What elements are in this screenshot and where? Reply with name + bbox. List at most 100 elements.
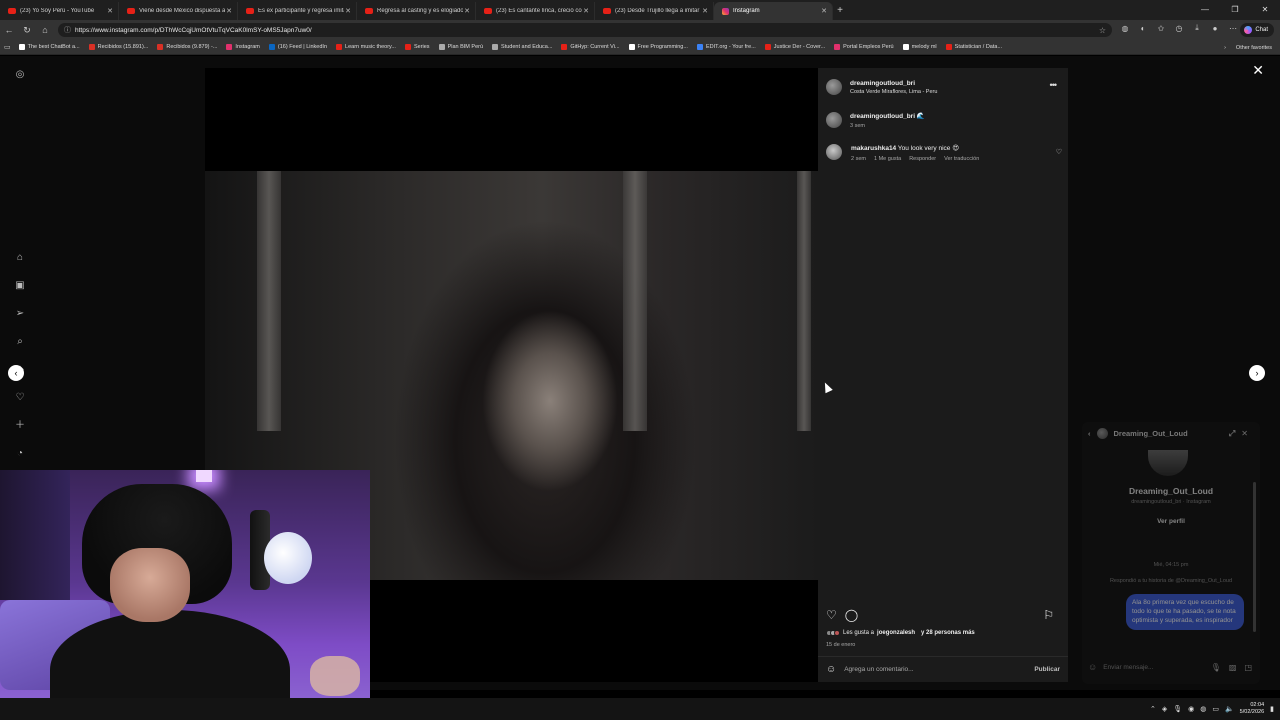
comment-input[interactable]: Agrega un comentario...	[844, 666, 1034, 673]
bookmark-item[interactable]: Portal Empleos Perú	[834, 44, 894, 50]
browser-tab[interactable]: (23) Es cantante lírica, creció con e ✕	[476, 2, 595, 20]
bookmark-item[interactable]: Recibidos (9.879) -...	[157, 44, 217, 50]
dm-back-icon[interactable]: ‹	[1088, 429, 1091, 438]
browser-tab[interactable]: Instagram ✕	[714, 2, 833, 20]
close-window-icon[interactable]: ✕	[1250, 0, 1280, 20]
close-tab-icon[interactable]: ✕	[344, 7, 352, 15]
bookmark-item[interactable]: The best ChatBot a...	[18, 44, 80, 50]
image-icon[interactable]: ▨	[1229, 663, 1237, 672]
bookmark-item[interactable]: melody ml	[902, 44, 937, 50]
bookmark-item[interactable]: Statistician / Data...	[945, 44, 1002, 50]
author-avatar[interactable]	[826, 79, 842, 95]
send-nav-icon[interactable]: ➢	[13, 307, 27, 321]
dm-title[interactable]: Dreaming_Out_Loud	[1114, 429, 1188, 438]
browser-tab[interactable]: (23) Yo Soy Perú - YouTube ✕	[0, 2, 119, 20]
sticker-icon[interactable]: ◳	[1244, 663, 1252, 672]
tray-app-icon[interactable]: ◈	[1162, 705, 1167, 713]
dm-message-input[interactable]: Enviar mensaje...	[1103, 664, 1153, 671]
commenter-avatar[interactable]	[826, 144, 842, 160]
commenter-username[interactable]: makarushka14	[851, 145, 896, 152]
network-icon[interactable]: ▭	[1212, 705, 1219, 713]
notifications-nav-icon[interactable]: ♡	[13, 391, 27, 405]
tray-app2-icon[interactable]: ◉	[1188, 705, 1194, 713]
reels-nav-icon[interactable]: ▣	[13, 279, 27, 293]
browser-tab[interactable]: Regresa al casting y es elogiado p ✕	[357, 2, 476, 20]
browser-tab[interactable]: Es ex participante y regresa imitan ✕	[238, 2, 357, 20]
like-comment-icon[interactable]: ♡	[1056, 148, 1062, 156]
other-favorites[interactable]: Other favorites	[1236, 45, 1272, 51]
reload-icon[interactable]: ↻	[18, 25, 36, 36]
bookmark-item[interactable]: Justice Der - Cover...	[764, 44, 825, 50]
translate-link[interactable]: Ver traducción	[944, 156, 979, 162]
tray-app3-icon[interactable]: ◍	[1200, 705, 1206, 713]
emoji-icon[interactable]: ☺	[826, 664, 836, 675]
bookmark-item[interactable]: Series	[404, 44, 430, 50]
tray-overflow-icon[interactable]: ⌃	[1150, 705, 1156, 713]
bookmark-item[interactable]: Plan BIM Perú	[438, 44, 483, 50]
browser-tab[interactable]: Viene desde México dispuesta a d ✕	[119, 2, 238, 20]
close-tab-icon[interactable]: ✕	[820, 7, 828, 15]
bookmark-item[interactable]: (16) Feed | LinkedIn	[268, 44, 327, 50]
comment-likes[interactable]: 1 Me gusta	[874, 156, 901, 162]
dm-scrollbar[interactable]	[1253, 482, 1256, 632]
dm-emoji-icon[interactable]: ☺	[1088, 662, 1097, 672]
downloads-icon[interactable]: ⤓	[1188, 23, 1206, 33]
bookmark-item[interactable]: Free Programming...	[628, 44, 688, 50]
author-username[interactable]: dreamingoutloud_bri	[850, 80, 937, 87]
expand-icon[interactable]: ⤢	[1229, 429, 1241, 438]
clock[interactable]: 02:04 5/02/2026	[1240, 702, 1264, 716]
create-nav-icon[interactable]: ＋	[13, 419, 27, 433]
tray-mic-icon[interactable]: 🎙	[1173, 705, 1182, 713]
bookmark-item[interactable]: Recibidos (15.891)...	[88, 44, 148, 50]
restore-icon[interactable]: ❐	[1220, 0, 1250, 20]
close-tab-icon[interactable]: ✕	[463, 7, 471, 15]
bookmark-icon[interactable]: ⚐	[1043, 608, 1054, 622]
new-tab-button[interactable]: +	[833, 2, 847, 20]
bookmarks-overflow-icon[interactable]: ›	[1224, 45, 1226, 51]
history-icon[interactable]: ◷	[1170, 24, 1188, 33]
close-post-icon[interactable]: ✕	[1252, 62, 1264, 79]
bookmark-item[interactable]: EDIT.org - Your fre...	[696, 44, 756, 50]
profile-icon[interactable]: ●	[1206, 24, 1224, 33]
previous-post-icon[interactable]: ‹	[8, 365, 24, 381]
minimize-icon[interactable]: —	[1190, 0, 1220, 20]
close-tab-icon[interactable]: ✕	[582, 7, 590, 15]
extension-icon[interactable]: ◍	[1116, 24, 1134, 33]
copilot-icon[interactable]: ◐	[1134, 24, 1152, 33]
favorite-star-icon[interactable]: ☆	[1099, 26, 1106, 35]
instagram-logo-icon[interactable]: ◎	[13, 68, 27, 82]
bookmarks-folder-icon[interactable]: ▭	[4, 43, 11, 51]
bookmark-item[interactable]: Instagram	[226, 44, 260, 50]
microphone-icon[interactable]: 🎙	[1211, 663, 1221, 672]
bookmark-item[interactable]: GitHyp: Current Vi...	[561, 44, 620, 50]
favorites-icon[interactable]: ✩	[1152, 24, 1170, 33]
back-icon[interactable]: ←	[0, 25, 18, 35]
close-tab-icon[interactable]: ✕	[106, 7, 114, 15]
close-tab-icon[interactable]: ✕	[225, 7, 233, 15]
dm-close-icon[interactable]: ✕	[1241, 429, 1254, 438]
likes-suffix[interactable]: y 28 personas más	[921, 630, 975, 636]
chat-button[interactable]: Chat	[1240, 23, 1274, 37]
post-location[interactable]: Costa Verde Miraflores, Lima - Peru	[850, 89, 937, 95]
dm-avatar[interactable]	[1096, 428, 1108, 439]
likes-user[interactable]: joegonzalesh	[877, 630, 915, 636]
close-tab-icon[interactable]: ✕	[701, 7, 709, 15]
notifications-icon[interactable]: ▮	[1270, 705, 1274, 713]
bookmark-item[interactable]: Student and Educa...	[492, 44, 552, 50]
caption-username[interactable]: dreamingoutloud_bri	[850, 113, 915, 120]
reply-link[interactable]: Responder	[909, 156, 936, 162]
menu-icon[interactable]: ⋯	[1224, 24, 1242, 33]
comment-icon[interactable]: ◯	[845, 608, 858, 622]
next-post-icon[interactable]: ›	[1249, 365, 1265, 381]
caption-avatar[interactable]	[826, 112, 842, 128]
bookmark-item[interactable]: Learn music theory...	[336, 44, 396, 50]
browser-tab[interactable]: (23) Desde Trujillo llega a imitar a ✕	[595, 2, 714, 20]
profile-nav-icon[interactable]: ◔	[13, 447, 27, 461]
site-info-icon[interactable]: ⓘ	[64, 25, 71, 35]
publish-button[interactable]: Publicar	[1034, 666, 1060, 673]
view-profile-button[interactable]: Ver perfil	[1082, 518, 1260, 525]
search-nav-icon[interactable]: ⌕	[13, 335, 27, 349]
more-options-icon[interactable]: •••	[1050, 80, 1058, 90]
home-nav-icon[interactable]: ⌂	[13, 251, 27, 265]
like-icon[interactable]: ♡	[826, 608, 837, 622]
